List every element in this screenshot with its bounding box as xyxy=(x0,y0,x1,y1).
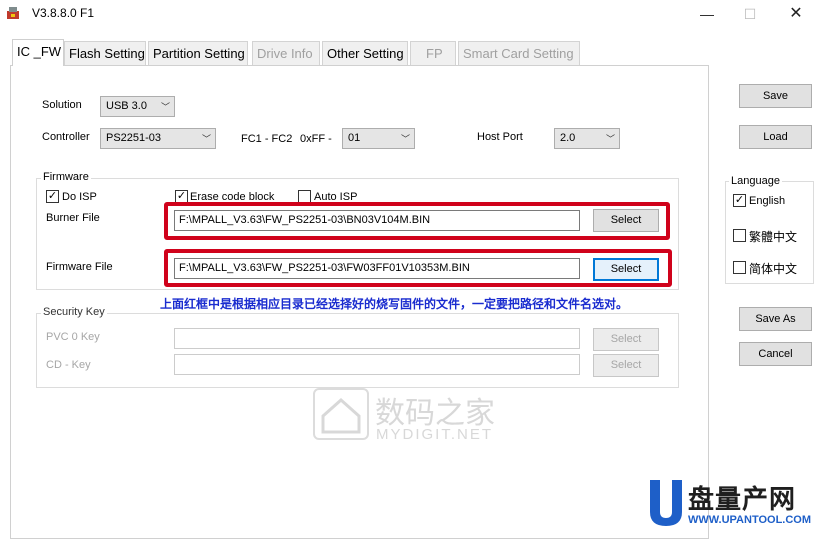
minimize-button[interactable]: — xyxy=(696,4,718,24)
firmware-file-label: Firmware File xyxy=(46,261,113,273)
pvc-key-label: PVC 0 Key xyxy=(46,331,100,343)
tab-other-setting[interactable]: Other Setting xyxy=(322,41,408,65)
chevron-down-icon: ﹀ xyxy=(605,134,615,144)
simplified-chinese-label: 简体中文 xyxy=(749,262,798,276)
hostport-value: 2.0 xyxy=(560,132,576,144)
controller-label: Controller xyxy=(42,131,90,143)
upantool-watermark-cn: 盘量产网 xyxy=(688,485,797,515)
window-title: V3.8.8.0 F1 xyxy=(32,6,95,20)
tab-partition-setting[interactable]: Partition Setting xyxy=(148,41,248,65)
close-button[interactable]: ✕ xyxy=(785,4,807,24)
cd-select-button: Select xyxy=(593,354,659,377)
tab-ic-fw[interactable]: IC _FW xyxy=(12,39,64,66)
chevron-down-icon: ﹀ xyxy=(201,134,211,144)
hostport-label: Host Port xyxy=(477,131,523,143)
upantool-logo-icon xyxy=(646,478,684,528)
app-icon xyxy=(6,6,20,20)
do-isp-label: Do ISP xyxy=(62,191,97,203)
english-checkbox[interactable]: ✓ xyxy=(733,194,746,207)
fc-label: FC1 - FC2 xyxy=(241,133,293,145)
security-key-group xyxy=(36,313,679,388)
fc-prefix: 0xFF - xyxy=(300,133,332,145)
do-isp-checkbox[interactable]: ✓ xyxy=(46,190,59,203)
load-button[interactable]: Load xyxy=(739,125,812,149)
fc-select[interactable]: 01 ﹀ xyxy=(342,128,415,149)
solution-select[interactable]: USB 3.0 ﹀ xyxy=(100,96,175,117)
save-button[interactable]: Save xyxy=(739,84,812,108)
simplified-chinese-checkbox[interactable] xyxy=(733,261,746,274)
upantool-watermark-en: WWW.UPANTOOL.COM xyxy=(688,514,812,526)
traditional-chinese-label: 繁體中文 xyxy=(749,230,798,244)
traditional-chinese-checkbox[interactable] xyxy=(733,229,746,242)
burner-file-label: Burner File xyxy=(46,212,100,224)
solution-value: USB 3.0 xyxy=(106,100,147,112)
annotation-text: 上面红框中是根据相应目录已经选择好的烧写固件的文件，一定要把路径和文件名选对。 xyxy=(160,297,629,311)
hostport-select[interactable]: 2.0 ﹀ xyxy=(554,128,620,149)
maximize-button[interactable]: ☐ xyxy=(739,4,761,24)
tab-drive-info: Drive Info xyxy=(252,41,320,65)
mydigit-logo-icon xyxy=(313,388,369,440)
firmware-group-title: Firmware xyxy=(41,171,91,183)
cd-key-label: CD - Key xyxy=(46,359,91,371)
highlight-box-firmware xyxy=(164,249,672,287)
save-as-button[interactable]: Save As xyxy=(739,307,812,331)
pvc-select-button: Select xyxy=(593,328,659,351)
security-key-group-title: Security Key xyxy=(41,306,107,318)
mydigit-watermark-en: MYDIGIT.NET xyxy=(376,426,494,443)
chevron-down-icon: ﹀ xyxy=(400,134,410,144)
chevron-down-icon: ﹀ xyxy=(160,102,170,112)
pvc-key-input xyxy=(174,328,580,349)
cd-key-input xyxy=(174,354,580,375)
highlight-box-burner xyxy=(164,202,670,240)
tab-smart-card-setting: Smart Card Setting xyxy=(458,41,580,65)
tab-fp: FP xyxy=(410,41,456,65)
cancel-button[interactable]: Cancel xyxy=(739,342,812,366)
english-label: English xyxy=(749,195,786,207)
language-group-title: Language xyxy=(729,175,782,187)
controller-select[interactable]: PS2251-03 ﹀ xyxy=(100,128,216,149)
controller-value: PS2251-03 xyxy=(106,132,162,144)
solution-label: Solution xyxy=(42,99,82,111)
tab-flash-setting[interactable]: Flash Setting xyxy=(64,41,146,65)
fc-value: 01 xyxy=(348,132,361,144)
